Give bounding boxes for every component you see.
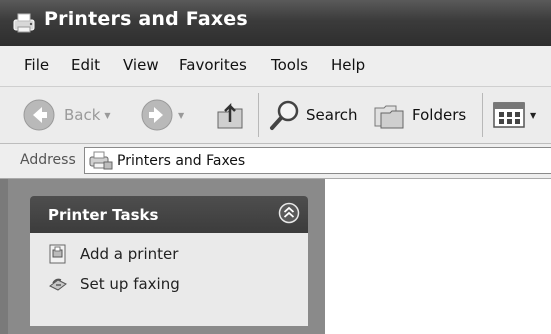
search-icon (270, 100, 299, 130)
folders-icon (374, 105, 404, 129)
toolbar: Back ▼ ▼ Search Folders ▼ (0, 87, 551, 144)
toolbar-separator (482, 93, 483, 137)
title-bar: Printers and Faxes (0, 0, 551, 46)
forward-dropdown-icon[interactable]: ▼ (178, 111, 184, 120)
address-value: Printers and Faxes (117, 153, 246, 169)
collapse-chevron-icon[interactable] (278, 202, 300, 224)
folders-button[interactable]: Folders (372, 87, 466, 143)
content-pane[interactable] (325, 179, 551, 334)
up-folder-button[interactable] (214, 87, 246, 143)
back-dropdown-icon[interactable]: ▼ (104, 111, 110, 120)
printer-tasks-panel: Printer Tasks Add a printer Set up faxin… (30, 196, 308, 326)
task-add-printer[interactable]: Add a printer (48, 244, 178, 264)
back-label: Back (64, 106, 101, 124)
printer-tasks-body: Add a printer Set up faxing (30, 233, 308, 326)
search-label: Search (306, 106, 358, 124)
task-set-up-faxing-label: Set up faxing (80, 275, 180, 293)
address-label: Address (20, 152, 76, 168)
up-folder-icon (217, 102, 243, 129)
back-button[interactable]: Back ▼ (22, 87, 111, 143)
window-title: Printers and Faxes (44, 8, 248, 30)
views-dropdown-icon[interactable]: ▼ (530, 111, 536, 120)
forward-button[interactable]: ▼ (140, 87, 184, 143)
task-set-up-faxing[interactable]: Set up faxing (48, 274, 180, 294)
printers-folder-icon (89, 151, 113, 170)
menu-bar: File Edit View Favorites Tools Help (0, 46, 551, 87)
menu-tools[interactable]: Tools (271, 56, 308, 74)
printer-tasks-header[interactable]: Printer Tasks (30, 196, 308, 233)
views-button[interactable]: ▼ (492, 87, 536, 143)
address-field[interactable]: Printers and Faxes (84, 147, 551, 174)
folders-label: Folders (412, 106, 467, 124)
back-arrow-icon (23, 99, 55, 131)
address-bar: Address Printers and Faxes (0, 144, 551, 179)
views-icon (493, 102, 525, 128)
printer-tasks-title: Printer Tasks (48, 206, 159, 224)
toolbar-separator (258, 93, 259, 137)
forward-arrow-icon (141, 99, 173, 131)
menu-file[interactable]: File (24, 56, 49, 74)
printers-folder-icon (13, 13, 35, 33)
search-button[interactable]: Search (268, 87, 358, 143)
task-add-printer-label: Add a printer (80, 245, 179, 263)
task-pane: Printer Tasks Add a printer Set up faxin… (0, 179, 325, 334)
fax-icon (49, 278, 67, 291)
menu-edit[interactable]: Edit (71, 56, 100, 74)
add-printer-icon (49, 244, 66, 264)
menu-help[interactable]: Help (331, 56, 365, 74)
menu-favorites[interactable]: Favorites (179, 56, 247, 74)
menu-view[interactable]: View (123, 56, 159, 74)
explorer-window: Printers and Faxes File Edit View Favori… (0, 0, 551, 334)
